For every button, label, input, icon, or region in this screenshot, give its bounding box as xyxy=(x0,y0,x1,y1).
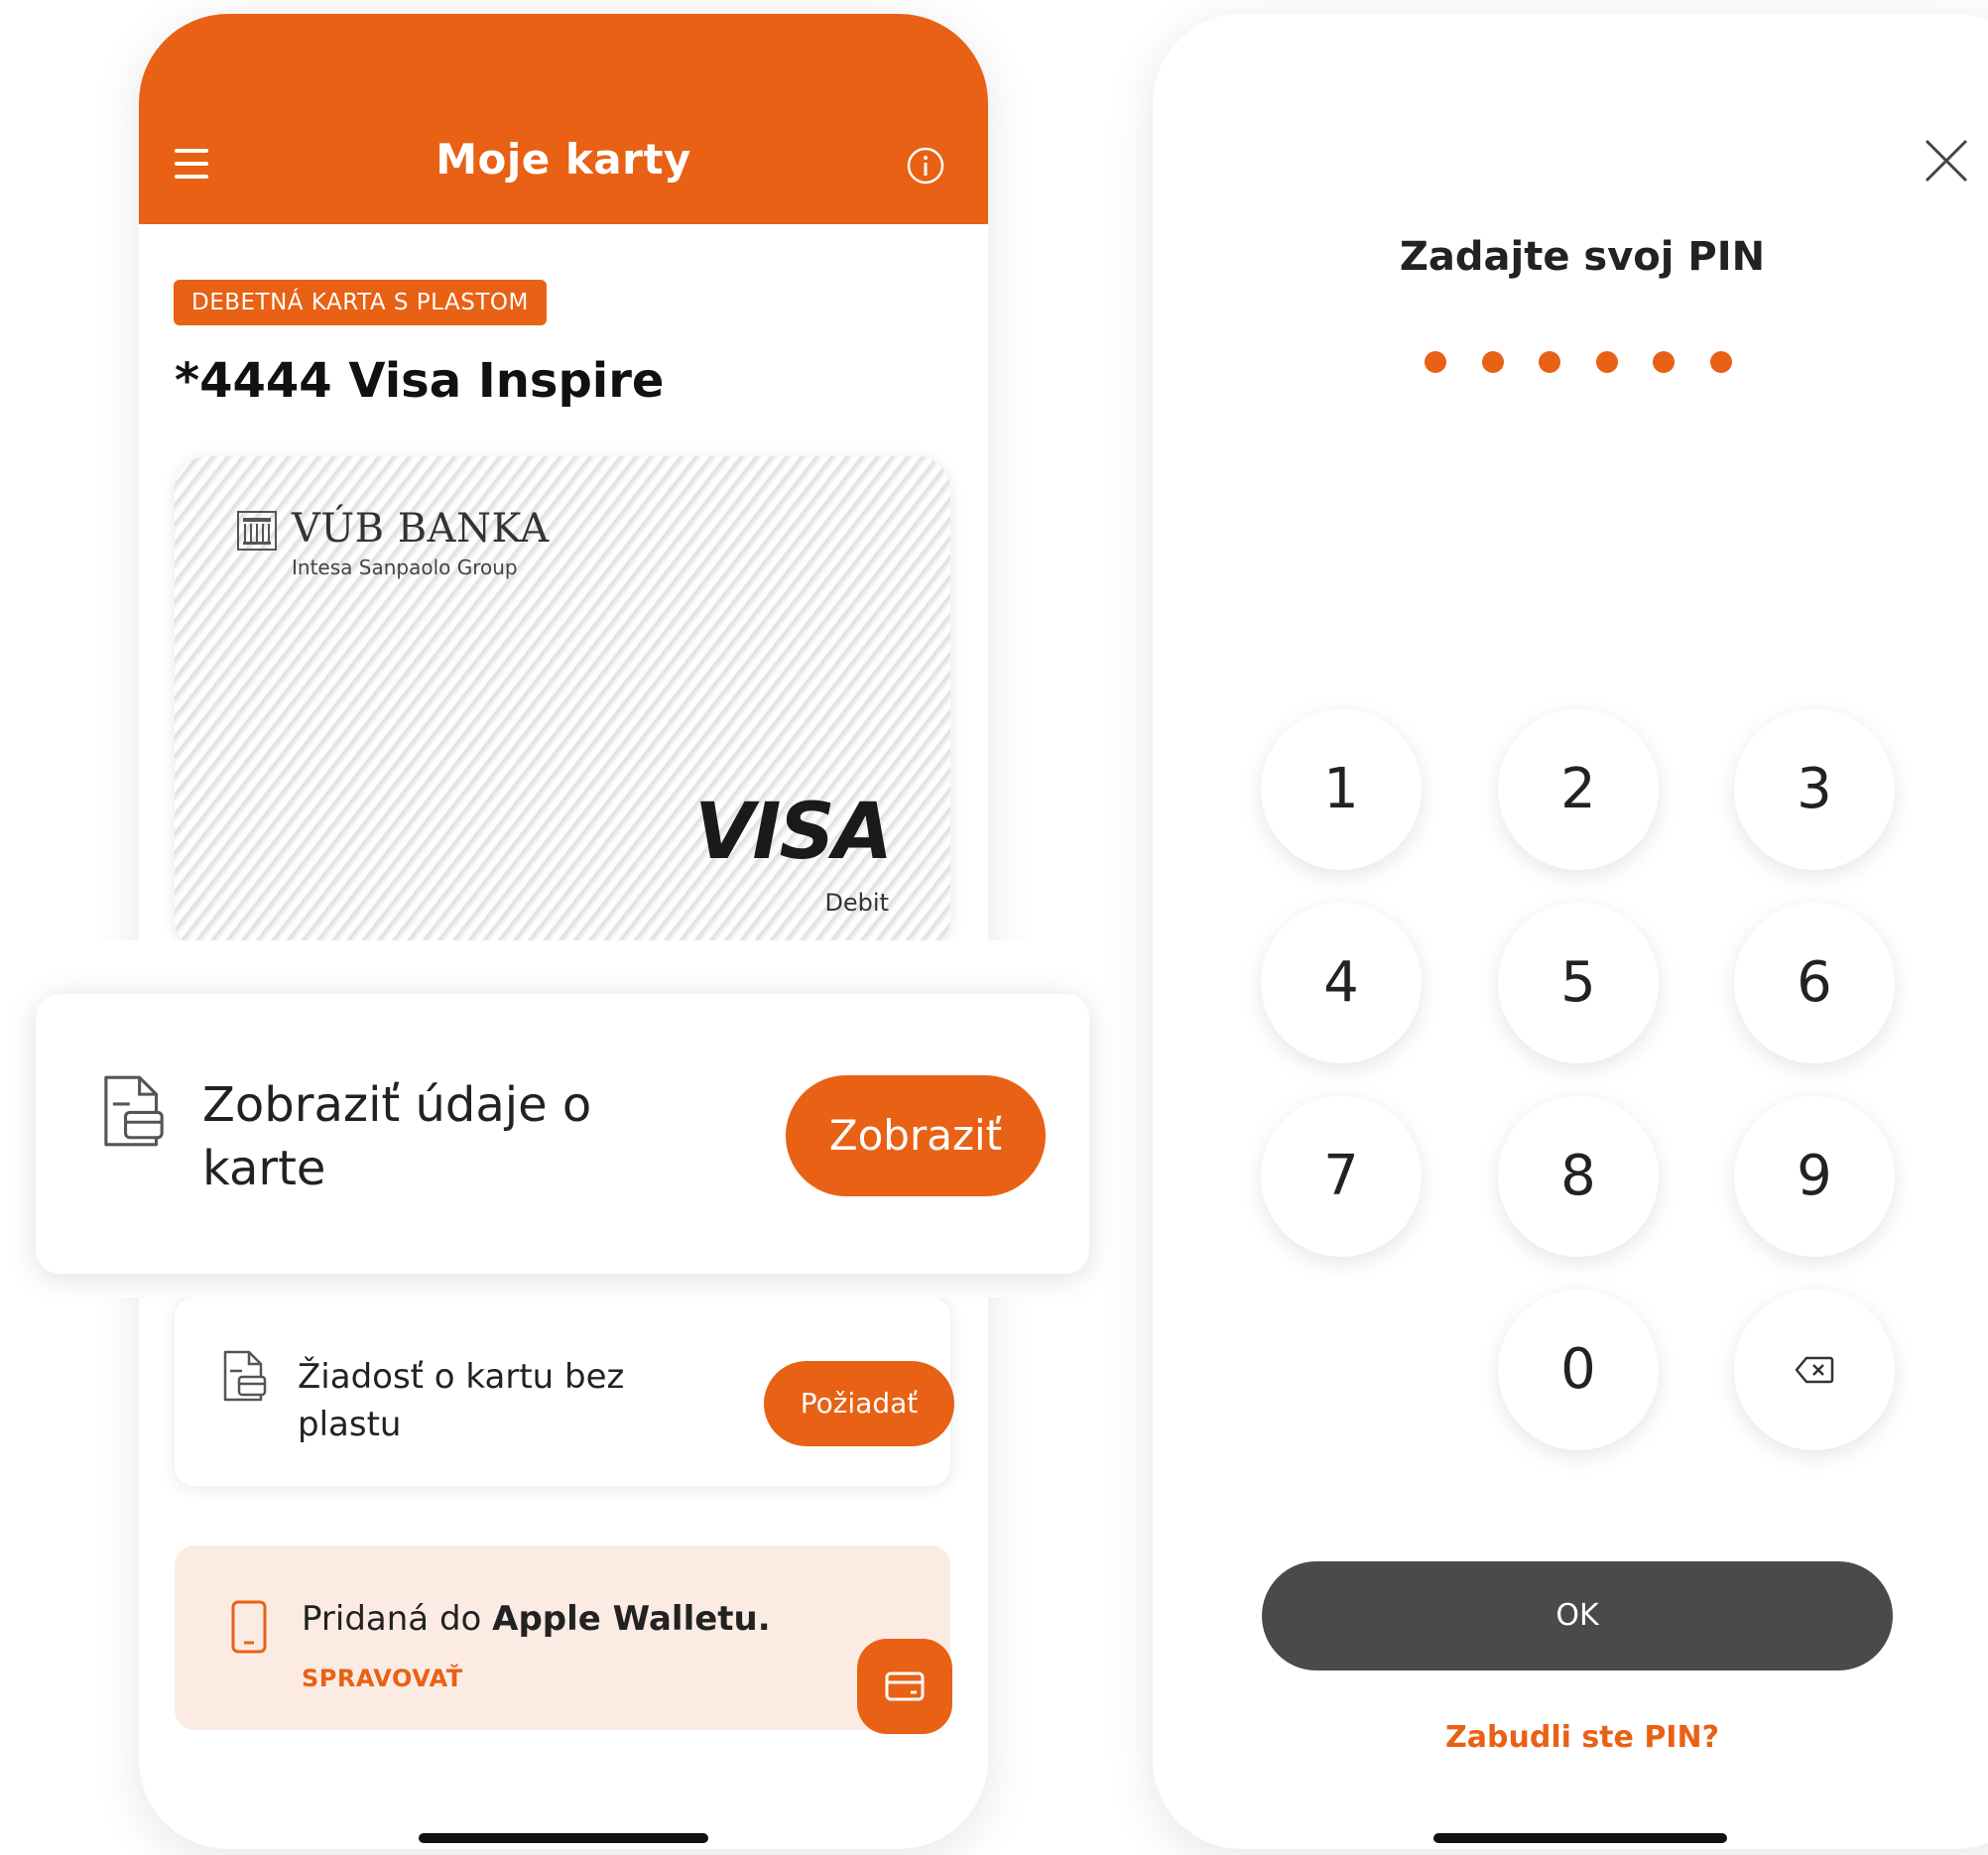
page-title: Moje karty xyxy=(435,135,691,184)
show-card-details-label: Zobraziť údaje o karte xyxy=(202,1077,592,1196)
request-card-label: Žiadosť o kartu bez plastu xyxy=(298,1357,625,1444)
show-button[interactable]: Zobraziť xyxy=(786,1075,1046,1196)
visa-debit-label: Debit xyxy=(824,889,889,917)
key-7[interactable]: 7 xyxy=(1261,1096,1422,1257)
card-name: *4444 Visa Inspire xyxy=(175,353,665,409)
pin-dot xyxy=(1710,351,1732,373)
card-icon xyxy=(885,1671,925,1701)
card-fab-button[interactable] xyxy=(857,1639,952,1734)
key-5[interactable]: 5 xyxy=(1498,903,1659,1063)
document-card-icon xyxy=(104,1075,164,1147)
backspace-key[interactable] xyxy=(1734,1290,1895,1450)
document-card-icon xyxy=(223,1350,267,1402)
key-1[interactable]: 1 xyxy=(1261,709,1422,870)
pin-dot xyxy=(1425,351,1446,373)
card-list-screen: Moje karty DEBETNÁ KARTA S PLASTOM *4444… xyxy=(139,14,988,1849)
forgot-pin-link[interactable]: Zabudli ste PIN? xyxy=(1153,1720,1988,1755)
header: Moje karty xyxy=(139,14,988,224)
pin-dot xyxy=(1539,351,1560,373)
visa-logo: VISA xyxy=(694,788,893,877)
key-4[interactable]: 4 xyxy=(1261,903,1422,1063)
backspace-icon xyxy=(1795,1356,1834,1384)
key-3[interactable]: 3 xyxy=(1734,709,1895,870)
apple-wallet-panel: Pridaná do Apple Walletu. SPRAVOVAŤ xyxy=(175,1546,950,1730)
info-icon[interactable] xyxy=(907,147,944,185)
request-card-panel: Žiadosť o kartu bez plastu Požiadať xyxy=(175,1298,954,1486)
key-9[interactable]: 9 xyxy=(1734,1096,1895,1257)
home-indicator xyxy=(419,1833,708,1843)
pin-title: Zadajte svoj PIN xyxy=(1399,234,1766,280)
home-indicator xyxy=(1433,1833,1727,1843)
show-card-details-panel: Zobraziť údaje o karte Zobraziť xyxy=(36,994,1089,1274)
key-6[interactable]: 6 xyxy=(1734,903,1895,1063)
wallet-status-text: Pridaná do Apple Walletu. xyxy=(302,1599,771,1639)
wallet-manage-link[interactable]: SPRAVOVAŤ xyxy=(302,1665,463,1692)
bank-group: Intesa Sanpaolo Group xyxy=(292,556,518,579)
pin-dot xyxy=(1482,351,1504,373)
key-8[interactable]: 8 xyxy=(1498,1096,1659,1257)
pin-entry-screen: Zadajte svoj PIN 1 2 3 4 5 6 7 8 9 0 OK … xyxy=(1153,14,1988,1849)
bank-name: VÚB BANKA xyxy=(292,506,550,552)
ok-button[interactable]: OK xyxy=(1262,1561,1893,1670)
pin-dot xyxy=(1653,351,1675,373)
key-2[interactable]: 2 xyxy=(1498,709,1659,870)
close-icon[interactable] xyxy=(1921,135,1972,186)
request-button[interactable]: Požiadať xyxy=(764,1361,954,1446)
bank-logo-icon xyxy=(237,511,277,551)
pin-dot xyxy=(1596,351,1618,373)
card-image[interactable]: VÚB BANKA Intesa Sanpaolo Group VISA Deb… xyxy=(175,456,950,952)
phone-icon xyxy=(231,1600,267,1654)
card-type-badge: DEBETNÁ KARTA S PLASTOM xyxy=(174,280,547,325)
key-0[interactable]: 0 xyxy=(1498,1290,1659,1450)
